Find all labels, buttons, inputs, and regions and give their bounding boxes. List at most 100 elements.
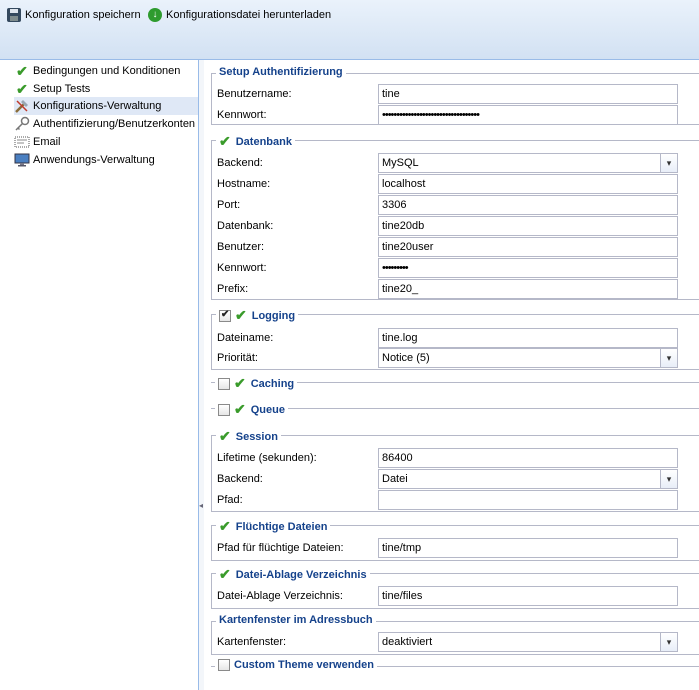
tree-item-label: Konfigurations-Verwaltung	[33, 100, 162, 112]
database-title: Datenbank	[235, 135, 292, 148]
chevron-down-icon[interactable]: ▾	[660, 470, 677, 488]
username-label: Benutzername:	[217, 88, 292, 100]
tree-item-email[interactable]: Email	[14, 133, 65, 151]
map-label: Kartenfenster:	[217, 636, 287, 648]
tmp-title: Flüchtige Dateien	[235, 520, 328, 533]
tools-icon	[14, 98, 30, 114]
logging-fieldset: ✔Logging Dateiname: tine.log Priorität: …	[211, 307, 699, 370]
save-config-label: Konfiguration speichern	[25, 9, 141, 21]
check-icon: ✔	[234, 375, 246, 391]
tree-item-authentication[interactable]: Authentifizierung/Benutzerkonten	[14, 115, 199, 133]
theme-checkbox[interactable]	[218, 659, 230, 671]
log-file-row: Dateiname:	[217, 328, 377, 348]
session-backend-row: Backend:	[217, 469, 377, 489]
download-config-button[interactable]: ↓ Konfigurationsdatei herunterladen	[148, 6, 331, 24]
chevron-down-icon[interactable]: ▾	[660, 633, 677, 651]
password-label: Kennwort:	[217, 109, 267, 121]
db-port-input[interactable]: 3306	[378, 195, 678, 215]
session-lifetime-input[interactable]: 86400	[378, 448, 678, 468]
files-title: Datei-Ablage Verzeichnis	[235, 568, 367, 581]
tree-item-label: Anwendungs-Verwaltung	[33, 154, 155, 166]
tmp-path-input[interactable]: tine/tmp	[378, 538, 678, 558]
session-title: Session	[235, 430, 278, 443]
session-lifetime-label: Lifetime (sekunden):	[217, 452, 317, 464]
queue-legend: ✔ Queue	[215, 401, 288, 418]
log-prio-select[interactable]: Notice (5) ▾	[378, 348, 678, 368]
theme-fieldset: Custom Theme verwenden	[211, 659, 699, 676]
theme-title: Custom Theme verwenden	[234, 659, 374, 671]
toolbar: Konfiguration speichern ↓ Konfigurations…	[0, 0, 699, 60]
session-backend-value: Datei	[382, 473, 408, 485]
db-backend-select[interactable]: MySQL ▾	[378, 153, 678, 173]
panel-splitter[interactable]: ◂	[199, 60, 204, 690]
db-pass-input[interactable]: •••••••••	[378, 258, 678, 278]
save-icon	[7, 8, 21, 22]
check-icon: ✔	[234, 401, 246, 417]
session-path-label: Pfad:	[217, 494, 243, 506]
check-icon: ✔	[219, 518, 231, 534]
monitor-icon	[14, 152, 30, 168]
files-fieldset: ✔ Datei-Ablage Verzeichnis Datei-Ablage V…	[211, 566, 699, 609]
auth-fieldset: Setup Authentifizierung Benutzername: ti…	[211, 66, 699, 125]
map-row: Kartenfenster:	[217, 632, 377, 652]
db-user-label: Benutzer:	[217, 241, 265, 253]
queue-checkbox[interactable]	[218, 403, 230, 416]
session-path-input[interactable]	[378, 490, 678, 510]
theme-legend: Custom Theme verwenden	[215, 659, 377, 671]
check-icon: ✔	[219, 566, 231, 582]
db-host-input[interactable]: localhost	[378, 174, 678, 194]
tree-item-apps[interactable]: Anwendungs-Verwaltung	[14, 151, 159, 169]
db-prefix-input[interactable]: tine20_	[378, 279, 678, 299]
db-name-row: Datenbank:	[217, 216, 377, 236]
key-icon	[14, 116, 30, 132]
save-config-button[interactable]: Konfiguration speichern	[7, 6, 141, 24]
files-path-input[interactable]: tine/files	[378, 586, 678, 606]
db-user-row: Benutzer:	[217, 237, 377, 257]
logging-checkbox[interactable]	[219, 309, 231, 322]
setup-tree: ✔ Bedingungen und Konditionen ✔ Setup Te…	[0, 60, 199, 690]
caching-legend: ✔ Caching	[215, 375, 298, 392]
tree-item-config[interactable]: Konfigurations-Verwaltung	[14, 97, 198, 115]
session-fieldset: ✔ Session Lifetime (sekunden): 86400 Back…	[211, 428, 699, 512]
database-fieldset: ✔ Datenbank Backend: MySQL ▾ Hostname: loc…	[211, 133, 699, 300]
db-host-label: Hostname:	[217, 178, 271, 190]
tmp-fieldset: ✔ Flüchtige Dateien Pfad für flüchtige Da…	[211, 518, 699, 561]
db-prefix-row: Prefix:	[217, 279, 377, 299]
db-prefix-label: Prefix:	[217, 283, 249, 295]
db-user-input[interactable]: tine20user	[378, 237, 678, 257]
files-legend: ✔ Datei-Ablage Verzeichnis	[216, 566, 370, 583]
db-port-row: Port:	[217, 195, 377, 215]
db-port-label: Port:	[217, 199, 241, 211]
map-legend: Kartenfenster im Adressbuch	[216, 614, 376, 626]
check-icon: ✔	[219, 428, 231, 444]
auth-title: Setup Authentifizierung	[219, 66, 343, 78]
log-file-label: Dateiname:	[217, 332, 274, 344]
db-name-input[interactable]: tine20db	[378, 216, 678, 236]
db-name-label: Datenbank:	[217, 220, 274, 232]
tree-item-setup-tests[interactable]: ✔ Setup Tests	[14, 80, 94, 98]
collapse-arrow-icon[interactable]: ◂	[199, 501, 203, 510]
log-file-input[interactable]: tine.log	[378, 328, 678, 348]
logging-title: Logging	[251, 309, 296, 322]
session-backend-select[interactable]: Datei ▾	[378, 469, 678, 489]
caching-checkbox[interactable]	[218, 377, 230, 390]
email-icon	[14, 134, 30, 150]
auth-legend: Setup Authentifizierung	[216, 66, 346, 78]
caching-title: Caching	[250, 377, 295, 390]
tree-item-label: Authentifizierung/Benutzerkonten	[33, 118, 196, 130]
session-lifetime-row: Lifetime (sekunden):	[217, 448, 377, 468]
download-config-label: Konfigurationsdatei herunterladen	[166, 9, 332, 21]
chevron-down-icon[interactable]: ▾	[660, 349, 677, 367]
auth-password-row: Kennwort:	[217, 105, 377, 125]
session-legend: ✔ Session	[216, 428, 281, 445]
session-backend-label: Backend:	[217, 473, 263, 485]
check-icon: ✔	[16, 62, 28, 79]
password-input[interactable]: ••••••••••••••••••••••••••••••••••	[378, 105, 678, 125]
db-backend-value: MySQL	[382, 157, 419, 169]
tmp-path-row: Pfad für flüchtige Dateien:	[217, 538, 377, 558]
tree-item-conditions[interactable]: ✔ Bedingungen und Konditionen	[14, 62, 184, 80]
map-select[interactable]: deaktiviert ▾	[378, 632, 678, 652]
username-input[interactable]: tine	[378, 84, 678, 104]
queue-title: Queue	[250, 403, 285, 416]
chevron-down-icon[interactable]: ▾	[660, 154, 677, 172]
